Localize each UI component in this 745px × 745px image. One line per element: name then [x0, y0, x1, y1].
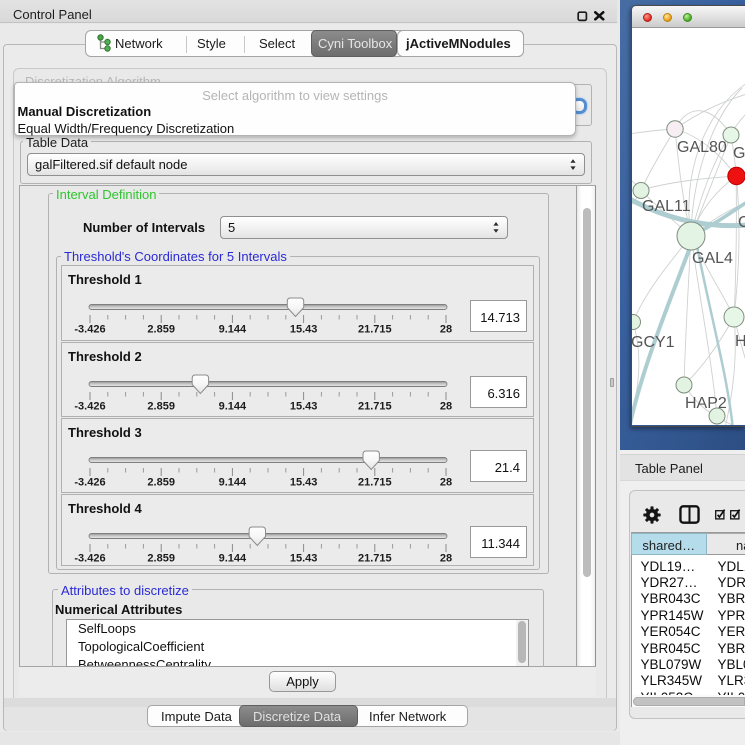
- svg-text:15.43: 15.43: [290, 477, 318, 489]
- svg-text:15.43: 15.43: [290, 401, 318, 413]
- svg-text:GAL11: GAL11: [642, 198, 691, 215]
- svg-text:HAP2: HAP2: [685, 395, 727, 412]
- svg-text:28: 28: [440, 401, 452, 413]
- svg-text:21.715: 21.715: [358, 553, 392, 565]
- svg-text:GCY1: GCY1: [632, 334, 675, 351]
- svg-text:H: H: [735, 333, 745, 350]
- svg-text:9.144: 9.144: [219, 401, 247, 413]
- svg-text:C: C: [738, 214, 745, 231]
- svg-text:21.715: 21.715: [358, 401, 392, 413]
- svg-text:GA: GA: [733, 145, 745, 162]
- svg-text:2.859: 2.859: [147, 401, 175, 413]
- svg-text:9.144: 9.144: [219, 477, 247, 489]
- svg-text:2.859: 2.859: [147, 324, 175, 336]
- svg-text:-3.426: -3.426: [74, 401, 105, 413]
- svg-text:21.715: 21.715: [358, 477, 392, 489]
- svg-text:9.144: 9.144: [219, 553, 247, 565]
- svg-text:-3.426: -3.426: [74, 477, 105, 489]
- svg-text:-3.426: -3.426: [74, 324, 105, 336]
- svg-text:28: 28: [440, 477, 452, 489]
- svg-text:GAL80: GAL80: [677, 139, 727, 156]
- svg-text:28: 28: [440, 553, 452, 565]
- svg-text:21.715: 21.715: [358, 324, 392, 336]
- svg-text:9.144: 9.144: [219, 324, 247, 336]
- svg-text:15.43: 15.43: [290, 553, 318, 565]
- svg-text:2.859: 2.859: [147, 553, 175, 565]
- svg-text:2.859: 2.859: [147, 477, 175, 489]
- svg-text:-3.426: -3.426: [74, 553, 105, 565]
- svg-text:28: 28: [440, 324, 452, 336]
- svg-text:GAL4: GAL4: [692, 250, 733, 267]
- svg-text:15.43: 15.43: [290, 324, 318, 336]
